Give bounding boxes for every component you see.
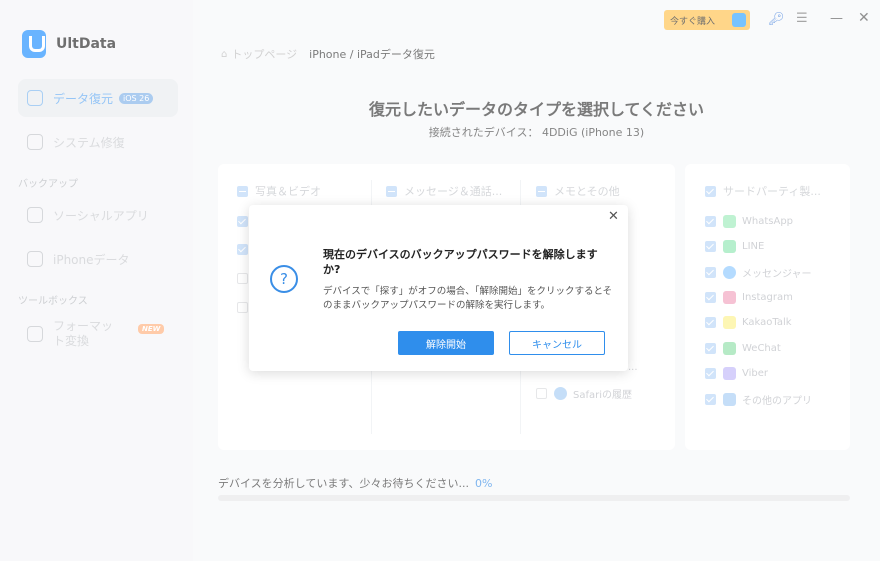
app-window: UltData データ復元 iOS 26 システム修復 バックアップ ソーシャル… bbox=[0, 0, 880, 561]
backup-password-dialog: ✕ ? 現在のデバイスのバックアップパスワードを解除しますか? デバイスで「探す… bbox=[249, 205, 628, 371]
dialog-body: デバイスで「探す」がオフの場合、「解除開始」をクリックするとそのままバックアップ… bbox=[323, 286, 613, 311]
dialog-title: 現在のデバイスのバックアップパスワードを解除しますか? bbox=[323, 248, 598, 276]
cancel-button[interactable]: キャンセル bbox=[509, 331, 605, 355]
question-icon: ? bbox=[270, 265, 298, 293]
start-unlock-button[interactable]: 解除開始 bbox=[398, 331, 494, 355]
close-icon[interactable]: ✕ bbox=[608, 209, 622, 224]
